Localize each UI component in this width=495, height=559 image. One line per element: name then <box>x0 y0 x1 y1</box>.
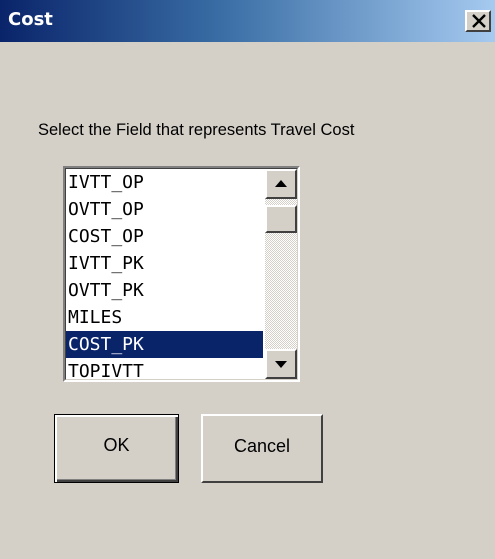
list-item[interactable]: COST_OP <box>66 223 263 250</box>
field-listbox[interactable]: IVTT_OP OVTT_OP COST_OP IVTT_PK OVTT_PK … <box>63 166 300 382</box>
window-title: Cost <box>8 9 53 30</box>
vertical-scrollbar[interactable] <box>265 169 297 379</box>
title-bar[interactable]: Cost <box>0 0 495 42</box>
scroll-down-button[interactable] <box>265 349 297 379</box>
cost-dialog: Cost Select the Field that represents Tr… <box>0 0 495 559</box>
ok-button[interactable]: OK <box>54 414 179 483</box>
list-item[interactable]: OVTT_OP <box>66 196 263 223</box>
cancel-button-label: Cancel <box>233 436 291 456</box>
list-item[interactable]: IVTT_OP <box>66 169 263 196</box>
prompt-label: Select the Field that represents Travel … <box>38 121 355 139</box>
scroll-up-button[interactable] <box>265 169 297 199</box>
cancel-button[interactable]: Cancel <box>201 414 323 483</box>
list-item[interactable]: IVTT_PK <box>66 250 263 277</box>
list-item[interactable]: MILES <box>66 304 263 331</box>
list-item[interactable]: OVTT_PK <box>66 277 263 304</box>
close-button[interactable] <box>465 10 491 32</box>
arrow-down-icon <box>275 361 287 368</box>
scroll-thumb[interactable] <box>265 205 297 233</box>
list-item-selected[interactable]: COST_PK <box>66 331 263 358</box>
ok-button-label: OK <box>103 435 130 455</box>
list-item[interactable]: TOPIVTT <box>66 358 263 379</box>
close-icon <box>472 14 486 28</box>
arrow-up-icon <box>275 180 287 187</box>
listbox-items: IVTT_OP OVTT_OP COST_OP IVTT_PK OVTT_PK … <box>66 169 263 379</box>
